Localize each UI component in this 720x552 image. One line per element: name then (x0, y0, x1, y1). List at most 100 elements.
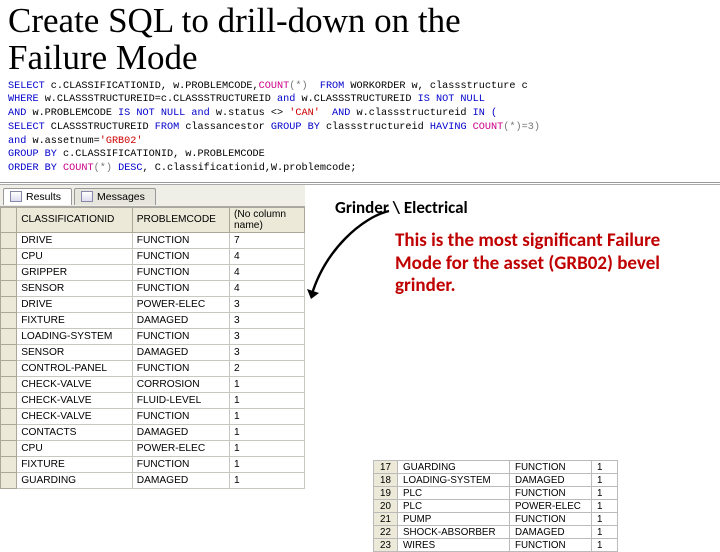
table-row[interactable]: DRIVEPOWER-ELEC3 (1, 296, 305, 312)
arrow-annotation (303, 199, 399, 339)
cell-classification: CHECK-VALVE (17, 376, 133, 392)
cell-classification: FIXTURE (17, 312, 133, 328)
annotation-callout: This is the most significant Failure Mod… (395, 230, 675, 298)
cell-problemcode: DAMAGED (510, 526, 592, 539)
row-number: 22 (374, 526, 398, 539)
cell-classification: CPU (17, 248, 133, 264)
table-row[interactable]: LOADING-SYSTEMFUNCTION3 (1, 328, 305, 344)
cell-classification: DRIVE (17, 296, 133, 312)
tab-results[interactable]: Results (3, 188, 72, 205)
cell-classification: CPU (17, 440, 133, 456)
table-row[interactable]: 19PLCFUNCTION1 (374, 487, 618, 500)
cell-classification: PUMP (398, 513, 510, 526)
cell-problemcode: FUNCTION (132, 328, 229, 344)
row-number: 17 (374, 461, 398, 474)
tab-messages[interactable]: Messages (74, 188, 156, 205)
cell-problemcode: FLUID-LEVEL (132, 392, 229, 408)
sql-editor[interactable]: SELECT c.CLASSIFICATIONID, w.PROBLEMCODE… (0, 77, 720, 183)
results-tab-bar: Results Messages (0, 185, 305, 207)
results-grid[interactable]: CLASSIFICATIONID PROBLEMCODE (No column … (0, 207, 305, 489)
table-row[interactable]: FIXTUREDAMAGED3 (1, 312, 305, 328)
cell-problemcode: FUNCTION (510, 461, 592, 474)
row-header-corner (1, 207, 17, 232)
cell-count: 1 (592, 513, 618, 526)
row-selector[interactable] (1, 312, 17, 328)
row-selector[interactable] (1, 232, 17, 248)
col-header-count[interactable]: (No column name) (229, 207, 304, 232)
row-selector[interactable] (1, 360, 17, 376)
row-selector[interactable] (1, 456, 17, 472)
cell-count: 1 (592, 526, 618, 539)
cell-count: 1 (229, 408, 304, 424)
cell-count: 1 (229, 472, 304, 488)
table-row[interactable]: CHECK-VALVECORROSION1 (1, 376, 305, 392)
cell-problemcode: DAMAGED (132, 472, 229, 488)
cell-problemcode: DAMAGED (132, 424, 229, 440)
cell-classification: PLC (398, 487, 510, 500)
row-selector[interactable] (1, 248, 17, 264)
tab-messages-label: Messages (97, 191, 145, 203)
cell-count: 4 (229, 264, 304, 280)
cell-classification: GUARDING (398, 461, 510, 474)
messages-icon (81, 191, 93, 202)
table-row[interactable]: CONTACTSDAMAGED1 (1, 424, 305, 440)
cell-count: 1 (229, 424, 304, 440)
col-header-problemcode[interactable]: PROBLEMCODE (132, 207, 229, 232)
table-row[interactable]: DRIVEFUNCTION7 (1, 232, 305, 248)
table-row[interactable]: GRIPPERFUNCTION4 (1, 264, 305, 280)
cell-count: 1 (592, 487, 618, 500)
row-selector[interactable] (1, 280, 17, 296)
tab-results-label: Results (26, 191, 61, 203)
row-number: 18 (374, 474, 398, 487)
col-header-classification[interactable]: CLASSIFICATIONID (17, 207, 133, 232)
cell-problemcode: FUNCTION (510, 487, 592, 500)
cell-problemcode: DAMAGED (510, 474, 592, 487)
results-grid-continued[interactable]: 17GUARDINGFUNCTION118LOADING-SYSTEMDAMAG… (373, 460, 618, 552)
table-row[interactable]: CHECK-VALVEFUNCTION1 (1, 408, 305, 424)
cell-count: 1 (592, 461, 618, 474)
table-row[interactable]: CONTROL-PANELFUNCTION2 (1, 360, 305, 376)
table-row[interactable]: 21PUMPFUNCTION1 (374, 513, 618, 526)
row-selector[interactable] (1, 472, 17, 488)
cell-problemcode: FUNCTION (132, 264, 229, 280)
table-row[interactable]: 20PLCPOWER-ELEC1 (374, 500, 618, 513)
cell-classification: DRIVE (17, 232, 133, 248)
table-row[interactable]: SENSORFUNCTION4 (1, 280, 305, 296)
table-row[interactable]: 17GUARDINGFUNCTION1 (374, 461, 618, 474)
cell-problemcode: CORROSION (132, 376, 229, 392)
cell-classification: FIXTURE (17, 456, 133, 472)
row-selector[interactable] (1, 408, 17, 424)
cell-problemcode: FUNCTION (132, 456, 229, 472)
cell-count: 1 (229, 456, 304, 472)
row-selector[interactable] (1, 440, 17, 456)
row-selector[interactable] (1, 424, 17, 440)
table-row[interactable]: GUARDINGDAMAGED1 (1, 472, 305, 488)
row-number: 20 (374, 500, 398, 513)
row-selector[interactable] (1, 392, 17, 408)
table-row[interactable]: SENSORDAMAGED3 (1, 344, 305, 360)
cell-count: 1 (229, 376, 304, 392)
cell-problemcode: FUNCTION (132, 232, 229, 248)
cell-problemcode: POWER-ELEC (510, 500, 592, 513)
table-row[interactable]: 18LOADING-SYSTEMDAMAGED1 (374, 474, 618, 487)
cell-classification: CHECK-VALVE (17, 392, 133, 408)
cell-count: 3 (229, 296, 304, 312)
table-row[interactable]: 23WIRESFUNCTION1 (374, 539, 618, 552)
cell-count: 1 (592, 539, 618, 552)
row-selector[interactable] (1, 328, 17, 344)
row-selector[interactable] (1, 344, 17, 360)
table-row[interactable]: FIXTUREFUNCTION1 (1, 456, 305, 472)
cell-problemcode: FUNCTION (132, 280, 229, 296)
table-row[interactable]: 22SHOCK-ABSORBERDAMAGED1 (374, 526, 618, 539)
cell-problemcode: DAMAGED (132, 312, 229, 328)
cell-count: 1 (592, 500, 618, 513)
cell-problemcode: POWER-ELEC (132, 440, 229, 456)
row-selector[interactable] (1, 376, 17, 392)
table-row[interactable]: CHECK-VALVEFLUID-LEVEL1 (1, 392, 305, 408)
table-row[interactable]: CPUPOWER-ELEC1 (1, 440, 305, 456)
cell-count: 2 (229, 360, 304, 376)
row-selector[interactable] (1, 296, 17, 312)
table-row[interactable]: CPUFUNCTION4 (1, 248, 305, 264)
row-selector[interactable] (1, 264, 17, 280)
row-number: 21 (374, 513, 398, 526)
